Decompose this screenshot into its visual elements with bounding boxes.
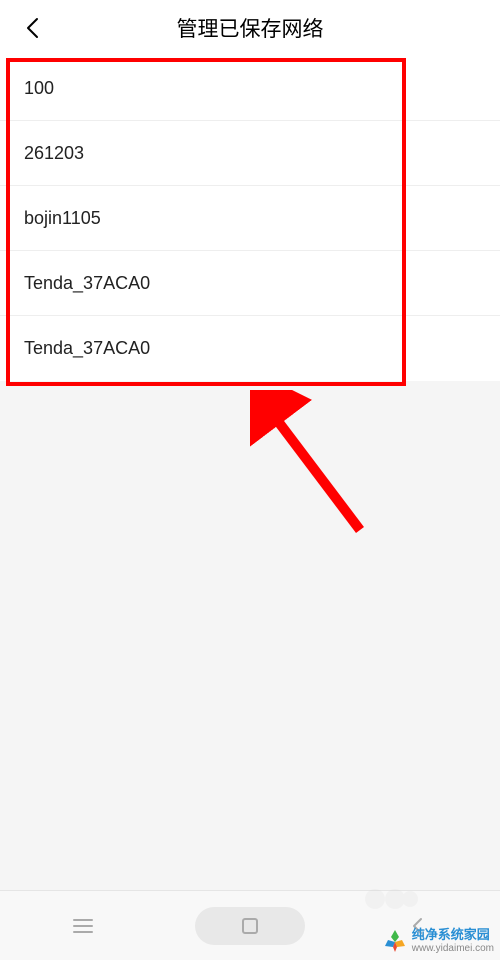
menu-icon bbox=[72, 918, 94, 934]
network-list: 100 261203 bojin1105 Tenda_37ACA0 Tenda_… bbox=[0, 56, 500, 381]
network-name: bojin1105 bbox=[24, 208, 101, 229]
square-icon bbox=[241, 917, 259, 935]
watermark-text: 纯净系统家园 www.yidaimei.com bbox=[412, 928, 494, 953]
chevron-left-icon bbox=[25, 17, 39, 39]
back-button[interactable] bbox=[18, 14, 46, 42]
header-bar: 管理已保存网络 bbox=[0, 0, 500, 56]
watermark: 纯净系统家园 www.yidaimei.com bbox=[382, 928, 494, 954]
network-item[interactable]: 100 bbox=[0, 56, 500, 121]
content-area: 100 261203 bojin1105 Tenda_37ACA0 Tenda_… bbox=[0, 56, 500, 890]
network-item[interactable]: Tenda_37ACA0 bbox=[0, 251, 500, 316]
nav-home-button[interactable] bbox=[195, 907, 305, 945]
nav-recent-button[interactable] bbox=[28, 907, 138, 945]
network-item[interactable]: bojin1105 bbox=[0, 186, 500, 251]
watermark-url: www.yidaimei.com bbox=[412, 943, 494, 954]
network-name: 261203 bbox=[24, 143, 84, 164]
watermark-brand: 纯净系统家园 bbox=[412, 928, 494, 942]
page-title: 管理已保存网络 bbox=[0, 13, 500, 43]
watermark-logo-icon bbox=[382, 928, 408, 954]
network-item[interactable]: Tenda_37ACA0 bbox=[0, 316, 500, 381]
network-item[interactable]: 261203 bbox=[0, 121, 500, 186]
network-name: Tenda_37ACA0 bbox=[24, 273, 150, 294]
network-name: Tenda_37ACA0 bbox=[24, 338, 150, 359]
network-name: 100 bbox=[24, 78, 54, 99]
